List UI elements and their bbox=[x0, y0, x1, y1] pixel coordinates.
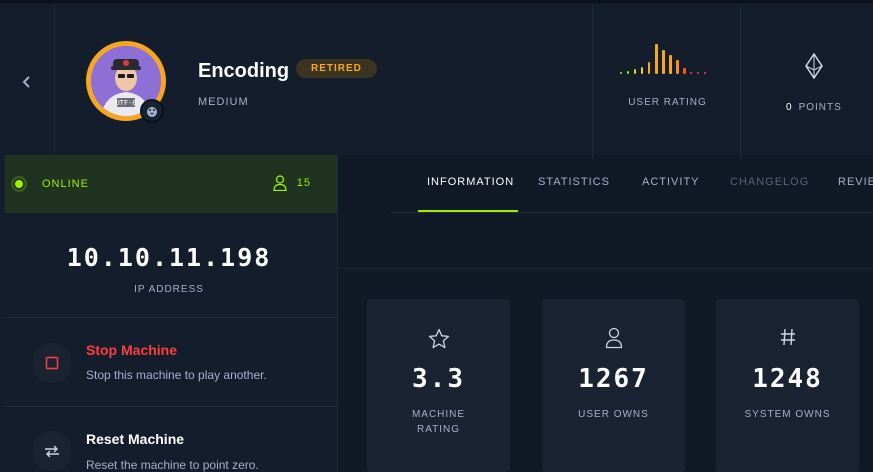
rating-bar bbox=[634, 69, 636, 74]
rating-bar bbox=[704, 72, 706, 74]
system-owns-label: SYSTEM OWNS bbox=[744, 409, 831, 420]
chevron-left-icon bbox=[22, 76, 30, 88]
points-label: POINTS bbox=[798, 102, 842, 113]
rating-bar bbox=[655, 44, 658, 74]
rating-bar bbox=[669, 55, 672, 74]
user-owns-value: 1267 bbox=[578, 364, 649, 394]
machine-rating-label: MACHINE RATING bbox=[411, 409, 466, 435]
points-panel: 0 POINTS bbox=[742, 6, 873, 158]
rating-bar bbox=[683, 68, 686, 74]
machine-rating-value: 3.3 bbox=[412, 364, 465, 394]
online-indicator-icon bbox=[11, 176, 27, 192]
user-owns-card: 1267 USER OWNS bbox=[542, 299, 685, 472]
machine-header: UTF-8 Encoding RETIRED MEDIUM USER RATIN… bbox=[0, 0, 873, 158]
rating-bar bbox=[690, 72, 692, 74]
tab-reviews[interactable]: REVIE bbox=[838, 176, 873, 188]
active-tab-indicator bbox=[418, 210, 518, 212]
user-icon bbox=[273, 175, 287, 191]
tab-information[interactable]: INFORMATION bbox=[427, 176, 514, 188]
ip-address-label: IP ADDRESS bbox=[134, 284, 204, 295]
reset-machine-description: Reset the machine to point zero. bbox=[86, 458, 259, 472]
linux-os-icon bbox=[140, 99, 164, 123]
points-readout: 0 POINTS bbox=[786, 102, 842, 113]
system-owns-value: 1248 bbox=[752, 364, 823, 394]
stop-machine-button[interactable]: Stop Machine Stop this machine to play a… bbox=[0, 318, 338, 406]
stop-machine-title: Stop Machine bbox=[86, 342, 178, 358]
user-rating-panel: USER RATING bbox=[592, 6, 741, 158]
rating-bar bbox=[620, 72, 622, 74]
tab-statistics[interactable]: STATISTICS bbox=[538, 176, 610, 188]
retired-badge: RETIRED bbox=[296, 59, 377, 78]
online-status-text: ONLINE bbox=[42, 178, 89, 190]
rating-bar bbox=[697, 72, 699, 74]
reset-icon bbox=[32, 431, 72, 471]
reset-machine-button[interactable]: Reset Machine Reset the machine to point… bbox=[0, 407, 338, 472]
stop-machine-description: Stop this machine to play another. bbox=[86, 368, 267, 382]
rating-bar bbox=[662, 50, 665, 74]
rating-bar bbox=[627, 71, 629, 74]
machine-control-panel: ONLINE 15 10.10.11.198 IP ADDRESS Stop M… bbox=[0, 155, 338, 472]
rating-bar bbox=[641, 67, 643, 74]
difficulty-label: MEDIUM bbox=[198, 96, 249, 108]
stop-icon bbox=[32, 343, 72, 383]
diamond-icon bbox=[805, 53, 823, 79]
back-button[interactable] bbox=[0, 6, 55, 158]
tab-bar: INFORMATION STATISTICS ACTIVITY CHANGELO… bbox=[391, 155, 873, 213]
star-icon bbox=[367, 327, 510, 351]
system-owns-card: 1248 SYSTEM OWNS bbox=[716, 299, 859, 472]
divider bbox=[339, 268, 873, 269]
points-value: 0 bbox=[786, 102, 793, 113]
online-status-bar: ONLINE 15 bbox=[5, 155, 337, 213]
machine-name: Encoding bbox=[198, 60, 290, 82]
user-count: 15 bbox=[296, 177, 311, 189]
tab-changelog[interactable]: CHANGELOG bbox=[730, 176, 809, 188]
tab-activity[interactable]: ACTIVITY bbox=[642, 176, 700, 188]
rating-bar bbox=[648, 62, 650, 74]
machine-rating-card: 3.3 MACHINE RATING bbox=[367, 299, 510, 472]
machine-details: INFORMATION STATISTICS ACTIVITY CHANGELO… bbox=[339, 155, 873, 472]
ip-address[interactable]: 10.10.11.198 bbox=[0, 243, 338, 272]
user-icon bbox=[542, 327, 685, 349]
reset-machine-title: Reset Machine bbox=[86, 431, 185, 447]
user-owns-label: USER OWNS bbox=[578, 409, 649, 420]
active-users: 15 bbox=[273, 175, 311, 191]
rating-bar bbox=[676, 60, 679, 74]
user-rating-label: USER RATING bbox=[628, 97, 707, 108]
rating-bars-chart bbox=[620, 44, 706, 74]
hash-icon bbox=[716, 327, 859, 347]
avatar-shirt-text: UTF-8 bbox=[115, 99, 136, 107]
